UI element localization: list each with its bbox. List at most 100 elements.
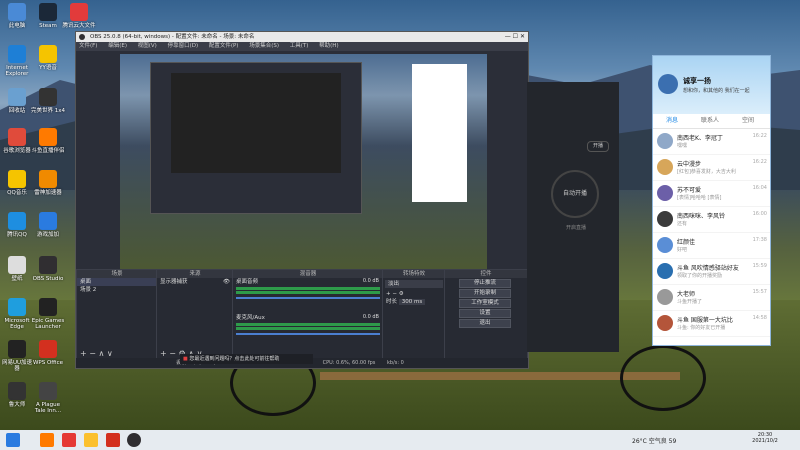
- desktop-icon[interactable]: 雷神加速器: [31, 170, 65, 196]
- conversation-item[interactable]: 南西老K、李冠丁 嘿嘿 16:22: [653, 129, 770, 155]
- stream-assistant-panel: 自动开播 开播 开启直播: [527, 82, 619, 352]
- desktop-icon[interactable]: A Plague Tale Inn...: [31, 382, 65, 414]
- douyu-icon[interactable]: [40, 433, 54, 447]
- conversation-item[interactable]: 云中漫步 [红包]恭喜发财，大吉大利 16:22: [653, 155, 770, 181]
- tab-space[interactable]: 空间: [729, 114, 767, 128]
- clock[interactable]: 20:30 2021/10/2: [750, 432, 780, 444]
- eye-icon[interactable]: 👁: [223, 278, 230, 286]
- desktop-icon[interactable]: 谷歌浏览器: [0, 128, 34, 154]
- auto-live-button[interactable]: 自动开播: [551, 170, 599, 218]
- volume-slider[interactable]: [236, 297, 380, 299]
- menu-docks[interactable]: 停靠窗口(D): [168, 43, 199, 49]
- desktop-icon[interactable]: 斗鱼直播伴侣: [31, 128, 65, 154]
- menu-tools[interactable]: 工具(T): [290, 43, 309, 49]
- controls-dock: 控件 停止推流 开始录制 工作室模式 设置 退出: [444, 269, 528, 361]
- source-item[interactable]: 显示器捕获 👁: [157, 278, 233, 286]
- pdf-icon: [70, 3, 88, 21]
- settings-button[interactable]: 设置: [459, 309, 511, 318]
- conversation-item[interactable]: 苏不可爱 [表情]哈哈哈 [表情] 16:04: [653, 181, 770, 207]
- desktop-icon[interactable]: OBS Studio: [31, 256, 65, 282]
- transition-select[interactable]: 淡出: [385, 280, 443, 288]
- conversation-preview: [表情]哈哈哈 [表情]: [677, 195, 722, 201]
- channel-db: 0.0 dB: [362, 314, 379, 320]
- menu-file[interactable]: 文件(F): [79, 43, 97, 49]
- obs-window[interactable]: OBS 25.0.8 (64-bit, windows) - 配置文件: 未命名…: [75, 31, 529, 369]
- avatar[interactable]: [658, 74, 678, 94]
- obs-title: OBS 25.0.8 (64-bit, windows) - 配置文件: 未命名…: [90, 34, 255, 40]
- desktop-icon[interactable]: 腾讯云大文件: [62, 3, 96, 29]
- desktop-icon[interactable]: Internet Explorer: [0, 45, 34, 77]
- desktop-icon-label: Steam: [39, 23, 57, 29]
- wps-icon[interactable]: [62, 433, 76, 447]
- conversation-item[interactable]: 斗鱼 风吹情感驿站好友 领取了你的开播奖励 15:59: [653, 259, 770, 285]
- desktop-icon-label: 完美世界 1x4: [31, 108, 66, 114]
- tab-contacts[interactable]: 联系人: [691, 114, 729, 128]
- start-recording-button[interactable]: 开始录制: [459, 289, 511, 298]
- conversation-item[interactable]: 斗鱼 国服第一大坑比 斗鱼: 你的好友已开播 14:58: [653, 311, 770, 337]
- volume-slider[interactable]: [236, 333, 380, 335]
- menu-scene-collection[interactable]: 场景集合(S): [249, 43, 279, 49]
- desktop-icon[interactable]: QQ音乐: [0, 170, 34, 196]
- obs-titlebar[interactable]: OBS 25.0.8 (64-bit, windows) - 配置文件: 未命名…: [76, 32, 528, 42]
- mixer-dock: 混音器 桌面音频 0.0 dB 麦克风/Aux 0.0 dB: [232, 269, 384, 361]
- desktop-icon[interactable]: 此电脑: [0, 3, 34, 29]
- start-icon[interactable]: [6, 433, 20, 447]
- desktop-icon[interactable]: 腾讯QQ: [0, 212, 34, 238]
- desktop-icon[interactable]: YY语音: [31, 45, 65, 71]
- yy-icon: [39, 45, 57, 63]
- transition-toolbar[interactable]: + − ⚙: [383, 290, 445, 298]
- menu-profile[interactable]: 配置文件(P): [209, 43, 239, 49]
- desktop-icon[interactable]: Microsoft Edge: [0, 298, 34, 330]
- conversation-item[interactable]: 南西咪咪、李风铃 还有 16:00: [653, 207, 770, 233]
- desktop-icon[interactable]: 回收站: [0, 88, 34, 114]
- desktop-icon[interactable]: 鲁大师: [0, 382, 34, 408]
- conversation-time: 14:58: [752, 315, 767, 321]
- conversation-preview: 领取了你的开播奖励: [677, 273, 723, 279]
- mixer-channel: 桌面音频 0.0 dB: [233, 278, 383, 314]
- obs-preview[interactable]: [120, 54, 487, 284]
- stop-stream-button[interactable]: 停止推流: [459, 279, 511, 288]
- duration-input[interactable]: 300 ms: [398, 299, 426, 305]
- game-icon: [39, 88, 57, 106]
- desktop-icon[interactable]: 完美世界 1x4: [31, 88, 65, 114]
- desktop-icon[interactable]: 壁纸: [0, 256, 34, 282]
- weather[interactable]: 26°C 空气良 59: [632, 436, 676, 445]
- conversation-name: 红颜佳: [677, 239, 696, 246]
- computer-icon: [8, 3, 26, 21]
- thunder-icon: [39, 170, 57, 188]
- menu-edit[interactable]: 编辑(E): [108, 43, 127, 49]
- conversation-time: 15:59: [752, 263, 767, 269]
- tab-messages[interactable]: 消息: [653, 114, 691, 128]
- exit-button[interactable]: 退出: [459, 319, 511, 328]
- douyu-icon: [39, 128, 57, 146]
- sources-dock: 来源 显示器捕获 👁 + − ⚙ ∧ ∨: [156, 269, 234, 361]
- conversation-time: 16:22: [752, 133, 767, 139]
- desktop-icon-label: 此电脑: [8, 23, 26, 29]
- avatar: [657, 211, 673, 227]
- desktop-icon[interactable]: Epic Games Launcher: [31, 298, 65, 330]
- desktop-icon-label: Internet Explorer: [5, 65, 29, 77]
- desktop-icon-label: 谷歌浏览器: [3, 148, 31, 154]
- obs-icon[interactable]: [127, 433, 141, 447]
- window-controls[interactable]: — ☐ ✕: [505, 32, 525, 42]
- scene-item[interactable]: 桌面: [77, 278, 157, 286]
- conversation-item[interactable]: 红颜佳 好吧 17:38: [653, 233, 770, 259]
- desktop-icon[interactable]: Steam: [31, 3, 65, 29]
- folder-icon[interactable]: [84, 433, 98, 447]
- conversation-time: 16:00: [752, 211, 767, 217]
- office-icon[interactable]: [106, 433, 120, 447]
- scene-toolbar[interactable]: + − ∧ ∨: [80, 349, 113, 358]
- exit-button[interactable]: 开播: [587, 141, 609, 152]
- menu-view[interactable]: 视图(V): [138, 43, 157, 49]
- studio-mode-button[interactable]: 工作室模式: [459, 299, 511, 308]
- chrome-icon: [8, 128, 26, 146]
- help-notice[interactable]: ■ 您最近遇到问题吗？点击此处可前往帮助: [180, 354, 313, 364]
- conversation-name: 苏不可爱: [677, 187, 702, 194]
- conversation-item[interactable]: 大老师 斗鱼开播了 15:57: [653, 285, 770, 311]
- menu-help[interactable]: 帮助(H): [319, 43, 338, 49]
- desktop-icon[interactable]: WPS Office: [31, 340, 65, 366]
- desktop-icon[interactable]: 网易UU加速器: [0, 340, 34, 372]
- desktop-icon[interactable]: 游戏加加: [31, 212, 65, 238]
- scene-item[interactable]: 场景 2: [77, 286, 157, 294]
- qq-window[interactable]: 诚享一扬 想和你，和其他的 我们在一起 消息 联系人 空间 南西老K、李冠丁 嘿嘿 16…: [652, 55, 771, 346]
